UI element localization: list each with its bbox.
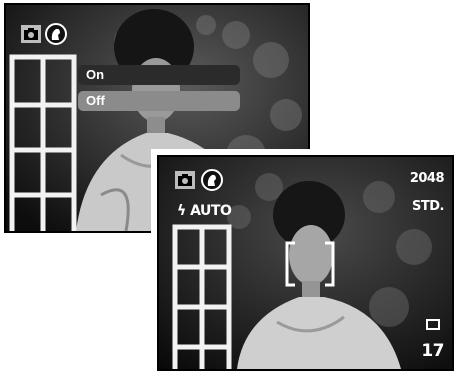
quality-indicator: STD. (412, 199, 444, 214)
frames-remaining: 17 (421, 341, 444, 361)
flash-icon: ϟ (177, 203, 186, 219)
front-lcd-screen: ϟ AUTO 2048 STD. 17 (157, 155, 454, 371)
flash-mode-indicator: ϟ AUTO (177, 203, 232, 219)
camera-mode-icon (21, 25, 41, 43)
single-frame-icon (426, 319, 440, 330)
menu-item-on[interactable]: On (78, 65, 240, 85)
flash-mode-label: AUTO (190, 203, 232, 219)
camera-mode-icon (175, 171, 195, 189)
menu-item-label: Off (86, 93, 105, 108)
face-detection-icon (201, 169, 223, 191)
focus-frame-icon (285, 241, 335, 287)
menu-item-off[interactable]: Off (78, 91, 240, 111)
image-size-indicator: 2048 (409, 171, 445, 186)
face-detection-icon (45, 23, 67, 45)
menu-item-label: On (86, 67, 105, 82)
